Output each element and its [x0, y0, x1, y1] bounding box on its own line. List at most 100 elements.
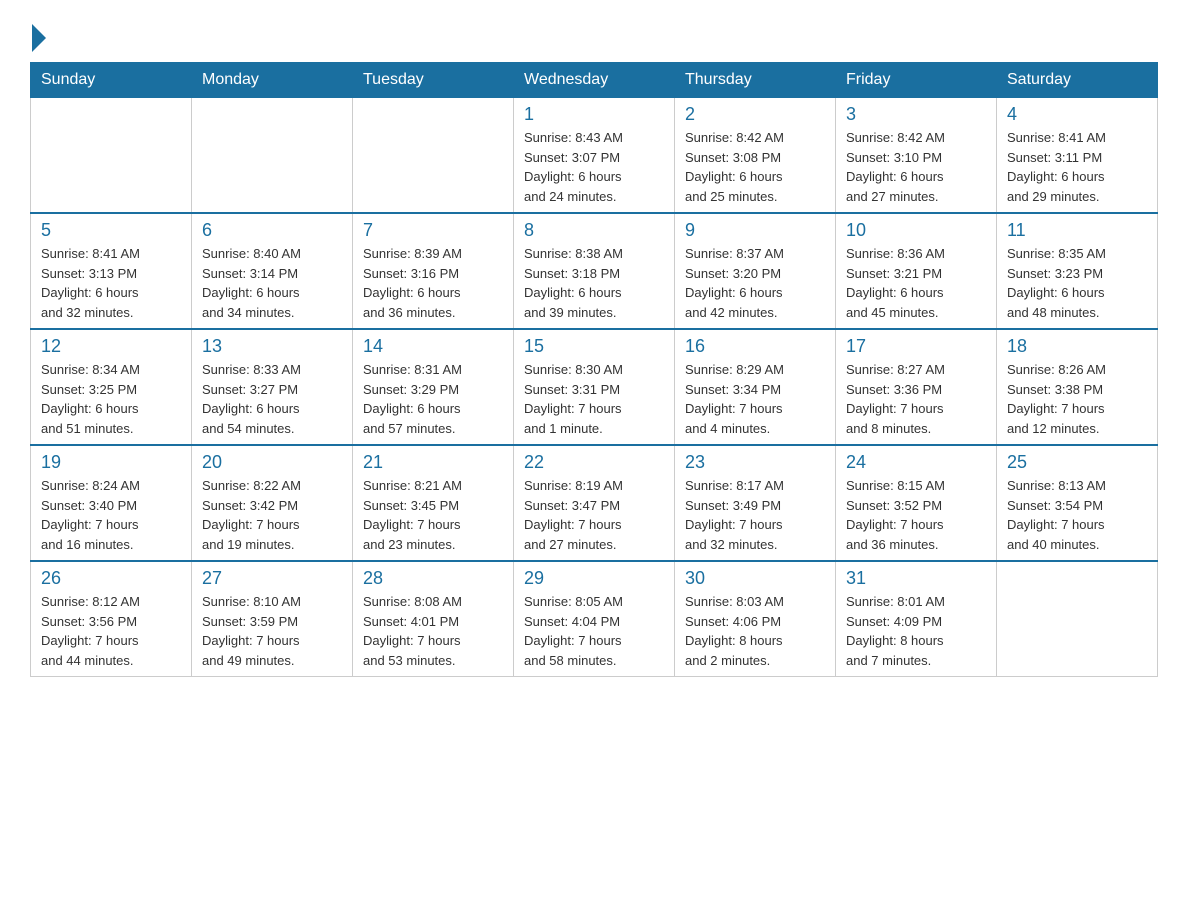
- day-number: 22: [524, 452, 664, 473]
- day-number: 13: [202, 336, 342, 357]
- weekday-header-thursday: Thursday: [675, 63, 836, 98]
- day-info: Sunrise: 8:05 AM Sunset: 4:04 PM Dayligh…: [524, 592, 664, 670]
- day-number: 28: [363, 568, 503, 589]
- calendar-cell: 20 Sunrise: 8:22 AM Sunset: 3:42 PM Dayli…: [192, 445, 353, 561]
- logo: [30, 20, 48, 52]
- calendar-cell: [192, 98, 353, 214]
- week-row-5: 26 Sunrise: 8:12 AM Sunset: 3:56 PM Dayli…: [31, 561, 1158, 677]
- day-info: Sunrise: 8:41 AM Sunset: 3:13 PM Dayligh…: [41, 244, 181, 322]
- calendar-table: SundayMondayTuesdayWednesdayThursdayFrid…: [30, 62, 1158, 677]
- day-number: 24: [846, 452, 986, 473]
- calendar-cell: 4 Sunrise: 8:41 AM Sunset: 3:11 PM Daylig…: [997, 98, 1158, 214]
- day-info: Sunrise: 8:15 AM Sunset: 3:52 PM Dayligh…: [846, 476, 986, 554]
- day-number: 1: [524, 104, 664, 125]
- day-info: Sunrise: 8:01 AM Sunset: 4:09 PM Dayligh…: [846, 592, 986, 670]
- day-number: 16: [685, 336, 825, 357]
- day-number: 15: [524, 336, 664, 357]
- day-number: 8: [524, 220, 664, 241]
- day-number: 26: [41, 568, 181, 589]
- week-row-4: 19 Sunrise: 8:24 AM Sunset: 3:40 PM Dayli…: [31, 445, 1158, 561]
- calendar-cell: 30 Sunrise: 8:03 AM Sunset: 4:06 PM Dayli…: [675, 561, 836, 677]
- week-row-2: 5 Sunrise: 8:41 AM Sunset: 3:13 PM Daylig…: [31, 213, 1158, 329]
- day-number: 5: [41, 220, 181, 241]
- calendar-cell: 17 Sunrise: 8:27 AM Sunset: 3:36 PM Dayli…: [836, 329, 997, 445]
- day-number: 2: [685, 104, 825, 125]
- calendar-cell: 14 Sunrise: 8:31 AM Sunset: 3:29 PM Dayli…: [353, 329, 514, 445]
- day-info: Sunrise: 8:33 AM Sunset: 3:27 PM Dayligh…: [202, 360, 342, 438]
- calendar-cell: 27Sunrise: 8:10 AM Sunset: 3:59 PM Dayli…: [192, 561, 353, 677]
- day-number: 4: [1007, 104, 1147, 125]
- calendar-cell: 5 Sunrise: 8:41 AM Sunset: 3:13 PM Daylig…: [31, 213, 192, 329]
- day-number: 14: [363, 336, 503, 357]
- day-info: Sunrise: 8:22 AM Sunset: 3:42 PM Dayligh…: [202, 476, 342, 554]
- day-info: Sunrise: 8:30 AM Sunset: 3:31 PM Dayligh…: [524, 360, 664, 438]
- day-number: 25: [1007, 452, 1147, 473]
- day-info: Sunrise: 8:43 AM Sunset: 3:07 PM Dayligh…: [524, 128, 664, 206]
- calendar-cell: 22 Sunrise: 8:19 AM Sunset: 3:47 PM Dayli…: [514, 445, 675, 561]
- day-info: Sunrise: 8:35 AM Sunset: 3:23 PM Dayligh…: [1007, 244, 1147, 322]
- weekday-header-wednesday: Wednesday: [514, 63, 675, 98]
- day-info: Sunrise: 8:26 AM Sunset: 3:38 PM Dayligh…: [1007, 360, 1147, 438]
- day-info: Sunrise: 8:08 AM Sunset: 4:01 PM Dayligh…: [363, 592, 503, 670]
- day-number: 3: [846, 104, 986, 125]
- day-number: 23: [685, 452, 825, 473]
- calendar-cell: 13 Sunrise: 8:33 AM Sunset: 3:27 PM Dayli…: [192, 329, 353, 445]
- logo-arrow-icon: [32, 24, 46, 52]
- calendar-cell: 16 Sunrise: 8:29 AM Sunset: 3:34 PM Dayli…: [675, 329, 836, 445]
- calendar-cell: 21Sunrise: 8:21 AM Sunset: 3:45 PM Dayli…: [353, 445, 514, 561]
- day-number: 20: [202, 452, 342, 473]
- day-number: 9: [685, 220, 825, 241]
- calendar-cell: 29 Sunrise: 8:05 AM Sunset: 4:04 PM Dayli…: [514, 561, 675, 677]
- day-info: Sunrise: 8:24 AM Sunset: 3:40 PM Dayligh…: [41, 476, 181, 554]
- day-number: 6: [202, 220, 342, 241]
- day-info: Sunrise: 8:41 AM Sunset: 3:11 PM Dayligh…: [1007, 128, 1147, 206]
- day-info: Sunrise: 8:10 AM Sunset: 3:59 PM Dayligh…: [202, 592, 342, 670]
- day-info: Sunrise: 8:17 AM Sunset: 3:49 PM Dayligh…: [685, 476, 825, 554]
- week-row-3: 12 Sunrise: 8:34 AM Sunset: 3:25 PM Dayli…: [31, 329, 1158, 445]
- day-info: Sunrise: 8:19 AM Sunset: 3:47 PM Dayligh…: [524, 476, 664, 554]
- day-number: 17: [846, 336, 986, 357]
- week-row-1: 1 Sunrise: 8:43 AM Sunset: 3:07 PM Daylig…: [31, 98, 1158, 214]
- calendar-cell: 19 Sunrise: 8:24 AM Sunset: 3:40 PM Dayli…: [31, 445, 192, 561]
- day-info: Sunrise: 8:37 AM Sunset: 3:20 PM Dayligh…: [685, 244, 825, 322]
- day-info: Sunrise: 8:03 AM Sunset: 4:06 PM Dayligh…: [685, 592, 825, 670]
- calendar-cell: 18Sunrise: 8:26 AM Sunset: 3:38 PM Dayli…: [997, 329, 1158, 445]
- calendar-cell: 8Sunrise: 8:38 AM Sunset: 3:18 PM Daylig…: [514, 213, 675, 329]
- calendar-cell: 23 Sunrise: 8:17 AM Sunset: 3:49 PM Dayli…: [675, 445, 836, 561]
- day-number: 30: [685, 568, 825, 589]
- day-info: Sunrise: 8:31 AM Sunset: 3:29 PM Dayligh…: [363, 360, 503, 438]
- calendar-cell: 24 Sunrise: 8:15 AM Sunset: 3:52 PM Dayli…: [836, 445, 997, 561]
- day-number: 29: [524, 568, 664, 589]
- day-info: Sunrise: 8:27 AM Sunset: 3:36 PM Dayligh…: [846, 360, 986, 438]
- weekday-header-tuesday: Tuesday: [353, 63, 514, 98]
- weekday-header-sunday: Sunday: [31, 63, 192, 98]
- day-info: Sunrise: 8:29 AM Sunset: 3:34 PM Dayligh…: [685, 360, 825, 438]
- calendar-cell: 28 Sunrise: 8:08 AM Sunset: 4:01 PM Dayli…: [353, 561, 514, 677]
- day-info: Sunrise: 8:40 AM Sunset: 3:14 PM Dayligh…: [202, 244, 342, 322]
- day-number: 11: [1007, 220, 1147, 241]
- calendar-cell: 11 Sunrise: 8:35 AM Sunset: 3:23 PM Dayli…: [997, 213, 1158, 329]
- weekday-header-friday: Friday: [836, 63, 997, 98]
- day-number: 7: [363, 220, 503, 241]
- day-info: Sunrise: 8:34 AM Sunset: 3:25 PM Dayligh…: [41, 360, 181, 438]
- calendar-cell: 26 Sunrise: 8:12 AM Sunset: 3:56 PM Dayli…: [31, 561, 192, 677]
- calendar-cell: 10Sunrise: 8:36 AM Sunset: 3:21 PM Dayli…: [836, 213, 997, 329]
- day-info: Sunrise: 8:42 AM Sunset: 3:08 PM Dayligh…: [685, 128, 825, 206]
- day-number: 12: [41, 336, 181, 357]
- calendar-cell: 6 Sunrise: 8:40 AM Sunset: 3:14 PM Daylig…: [192, 213, 353, 329]
- day-info: Sunrise: 8:39 AM Sunset: 3:16 PM Dayligh…: [363, 244, 503, 322]
- calendar-cell: 12 Sunrise: 8:34 AM Sunset: 3:25 PM Dayli…: [31, 329, 192, 445]
- weekday-header-row: SundayMondayTuesdayWednesdayThursdayFrid…: [31, 63, 1158, 98]
- day-number: 19: [41, 452, 181, 473]
- calendar-cell: 9 Sunrise: 8:37 AM Sunset: 3:20 PM Daylig…: [675, 213, 836, 329]
- calendar-cell: 3 Sunrise: 8:42 AM Sunset: 3:10 PM Daylig…: [836, 98, 997, 214]
- page-header: [30, 20, 1158, 52]
- calendar-cell: [353, 98, 514, 214]
- calendar-cell: [31, 98, 192, 214]
- day-info: Sunrise: 8:13 AM Sunset: 3:54 PM Dayligh…: [1007, 476, 1147, 554]
- calendar-cell: 2 Sunrise: 8:42 AM Sunset: 3:08 PM Daylig…: [675, 98, 836, 214]
- day-info: Sunrise: 8:12 AM Sunset: 3:56 PM Dayligh…: [41, 592, 181, 670]
- day-number: 10: [846, 220, 986, 241]
- day-info: Sunrise: 8:42 AM Sunset: 3:10 PM Dayligh…: [846, 128, 986, 206]
- day-info: Sunrise: 8:21 AM Sunset: 3:45 PM Dayligh…: [363, 476, 503, 554]
